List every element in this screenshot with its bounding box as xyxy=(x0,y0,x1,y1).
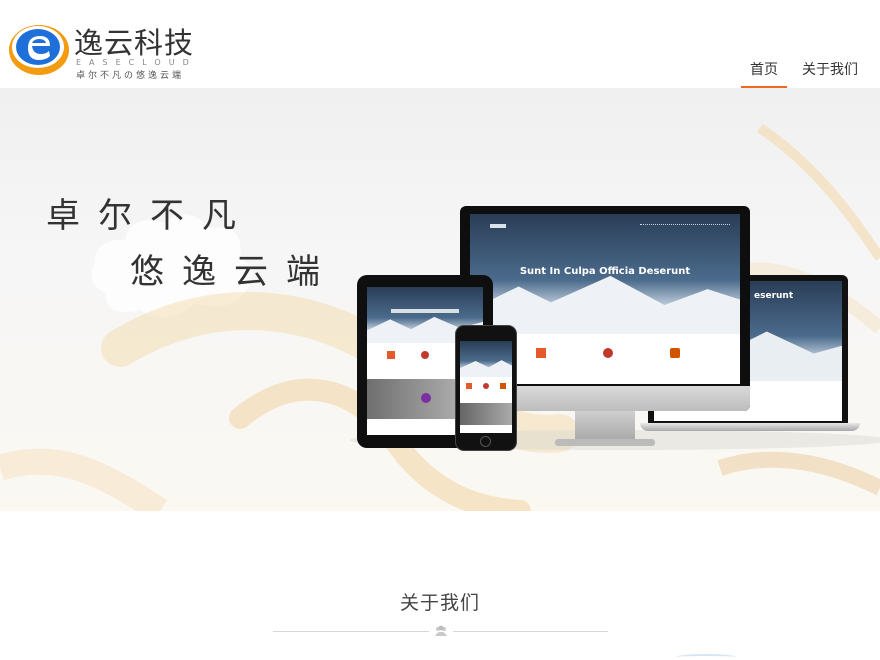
logo-subtitle-en: EASECLOUD xyxy=(76,58,197,67)
feature-icon-building xyxy=(536,348,546,358)
banner-slogan-line1: 卓尔不凡 xyxy=(46,196,254,236)
about-divider-right xyxy=(453,631,608,632)
laptop-screen-headline: eserunt xyxy=(754,291,794,301)
about-section-title: 关于我们 xyxy=(399,592,480,614)
monitor-screen-headline: Sunt In Culpa Officia Deserunt xyxy=(519,266,691,277)
nav-item-home[interactable]: 首页 xyxy=(738,56,790,88)
site-header: 逸云科技 EASECLOUD 卓尔不凡の悠逸云端 首页 关于我们 xyxy=(0,0,880,88)
logo-title: 逸云科技 xyxy=(74,26,195,60)
nav-item-about[interactable]: 关于我们 xyxy=(790,56,870,88)
about-content-hint xyxy=(676,654,736,660)
feature-icon-people xyxy=(670,348,680,358)
banner-slogan-line2: 悠逸云端 xyxy=(130,252,338,292)
logo[interactable]: 逸云科技 EASECLOUD 卓尔不凡の悠逸云端 xyxy=(8,16,208,81)
main-nav: 首页 关于我们 xyxy=(738,56,870,88)
hero-banner: 卓尔不凡 悠逸云端 eserunt Sunt In Culpa Officia … xyxy=(0,88,880,511)
logo-slogan: 卓尔不凡の悠逸云端 xyxy=(76,71,185,81)
logo-icon xyxy=(9,25,69,75)
phone-mockup xyxy=(455,325,517,451)
about-divider-left xyxy=(273,631,429,632)
people-icon xyxy=(435,625,447,636)
feature-icon-tools xyxy=(603,348,613,358)
